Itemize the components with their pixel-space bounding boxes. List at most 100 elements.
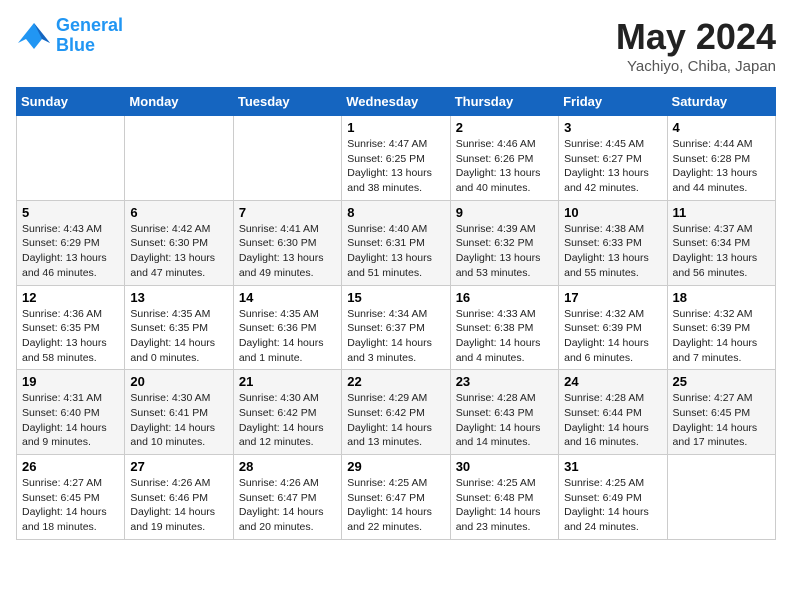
day-number: 20: [130, 374, 227, 389]
day-number: 10: [564, 205, 661, 220]
day-number: 22: [347, 374, 444, 389]
day-info: Sunrise: 4:37 AM Sunset: 6:34 PM Dayligh…: [673, 222, 770, 281]
calendar-cell: 18Sunrise: 4:32 AM Sunset: 6:39 PM Dayli…: [667, 285, 775, 370]
logo: General Blue: [16, 16, 123, 56]
day-number: 11: [673, 205, 770, 220]
day-number: 26: [22, 459, 119, 474]
calendar-cell: 6 Sunrise: 4:42 AM Sunset: 6:30 PM Daylig…: [125, 200, 233, 285]
day-info: Sunrise: 4:41 AM Sunset: 6:30 PM Dayligh…: [239, 222, 336, 281]
day-info: Sunrise: 4:26 AM Sunset: 6:47 PM Dayligh…: [239, 476, 336, 535]
day-info: Sunrise: 4:30 AM Sunset: 6:42 PM Dayligh…: [239, 391, 336, 450]
day-info: Sunrise: 4:29 AM Sunset: 6:42 PM Dayligh…: [347, 391, 444, 450]
day-header-saturday: Saturday: [667, 88, 775, 116]
day-number: 29: [347, 459, 444, 474]
day-info: Sunrise: 4:33 AM Sunset: 6:38 PM Dayligh…: [456, 307, 553, 366]
calendar-cell: [667, 455, 775, 540]
day-info: Sunrise: 4:25 AM Sunset: 6:49 PM Dayligh…: [564, 476, 661, 535]
calendar-cell: 15Sunrise: 4:34 AM Sunset: 6:37 PM Dayli…: [342, 285, 450, 370]
calendar-cell: 2 Sunrise: 4:46 AM Sunset: 6:26 PM Daylig…: [450, 116, 558, 201]
day-number: 23: [456, 374, 553, 389]
calendar-week-1: 1 Sunrise: 4:47 AM Sunset: 6:25 PM Daylig…: [17, 116, 776, 201]
day-info: Sunrise: 4:26 AM Sunset: 6:46 PM Dayligh…: [130, 476, 227, 535]
day-number: 4: [673, 120, 770, 135]
day-number: 14: [239, 290, 336, 305]
day-number: 2: [456, 120, 553, 135]
day-info: Sunrise: 4:42 AM Sunset: 6:30 PM Dayligh…: [130, 222, 227, 281]
calendar-week-5: 26Sunrise: 4:27 AM Sunset: 6:45 PM Dayli…: [17, 455, 776, 540]
logo-icon: [16, 21, 52, 51]
calendar-cell: 21 Sunrise: 4:30 AM Sunset: 6:42 PM Dayli…: [233, 370, 341, 455]
location: Yachiyo, Chiba, Japan: [616, 58, 776, 75]
calendar-cell: 19 Sunrise: 4:31 AM Sunset: 6:40 PM Dayli…: [17, 370, 125, 455]
calendar-cell: 26Sunrise: 4:27 AM Sunset: 6:45 PM Dayli…: [17, 455, 125, 540]
calendar-cell: [17, 116, 125, 201]
day-number: 27: [130, 459, 227, 474]
calendar-cell: 13Sunrise: 4:35 AM Sunset: 6:35 PM Dayli…: [125, 285, 233, 370]
day-info: Sunrise: 4:25 AM Sunset: 6:48 PM Dayligh…: [456, 476, 553, 535]
logo-line2: Blue: [56, 35, 95, 55]
day-number: 16: [456, 290, 553, 305]
day-info: Sunrise: 4:28 AM Sunset: 6:44 PM Dayligh…: [564, 391, 661, 450]
day-info: Sunrise: 4:25 AM Sunset: 6:47 PM Dayligh…: [347, 476, 444, 535]
day-header-sunday: Sunday: [17, 88, 125, 116]
calendar-cell: 25Sunrise: 4:27 AM Sunset: 6:45 PM Dayli…: [667, 370, 775, 455]
day-info: Sunrise: 4:43 AM Sunset: 6:29 PM Dayligh…: [22, 222, 119, 281]
calendar-cell: 11 Sunrise: 4:37 AM Sunset: 6:34 PM Dayli…: [667, 200, 775, 285]
day-info: Sunrise: 4:32 AM Sunset: 6:39 PM Dayligh…: [564, 307, 661, 366]
day-number: 31: [564, 459, 661, 474]
calendar-cell: 16 Sunrise: 4:33 AM Sunset: 6:38 PM Dayli…: [450, 285, 558, 370]
day-number: 8: [347, 205, 444, 220]
calendar-cell: 28Sunrise: 4:26 AM Sunset: 6:47 PM Dayli…: [233, 455, 341, 540]
calendar-cell: [125, 116, 233, 201]
day-number: 1: [347, 120, 444, 135]
day-number: 19: [22, 374, 119, 389]
calendar-cell: [233, 116, 341, 201]
day-info: Sunrise: 4:39 AM Sunset: 6:32 PM Dayligh…: [456, 222, 553, 281]
day-number: 18: [673, 290, 770, 305]
calendar-week-3: 12Sunrise: 4:36 AM Sunset: 6:35 PM Dayli…: [17, 285, 776, 370]
day-number: 6: [130, 205, 227, 220]
day-number: 9: [456, 205, 553, 220]
calendar-header: General Blue May 2024 Yachiyo, Chiba, Ja…: [16, 16, 776, 75]
day-info: Sunrise: 4:47 AM Sunset: 6:25 PM Dayligh…: [347, 137, 444, 196]
day-number: 17: [564, 290, 661, 305]
calendar-cell: 10 Sunrise: 4:38 AM Sunset: 6:33 PM Dayli…: [559, 200, 667, 285]
calendar-table: SundayMondayTuesdayWednesdayThursdayFrid…: [16, 87, 776, 540]
day-info: Sunrise: 4:28 AM Sunset: 6:43 PM Dayligh…: [456, 391, 553, 450]
logo-line1: General: [56, 15, 123, 35]
day-number: 12: [22, 290, 119, 305]
calendar-cell: 23 Sunrise: 4:28 AM Sunset: 6:43 PM Dayli…: [450, 370, 558, 455]
day-number: 5: [22, 205, 119, 220]
calendar-header-row: SundayMondayTuesdayWednesdayThursdayFrid…: [17, 88, 776, 116]
calendar-cell: 14 Sunrise: 4:35 AM Sunset: 6:36 PM Dayli…: [233, 285, 341, 370]
day-info: Sunrise: 4:44 AM Sunset: 6:28 PM Dayligh…: [673, 137, 770, 196]
calendar-cell: 7Sunrise: 4:41 AM Sunset: 6:30 PM Daylig…: [233, 200, 341, 285]
calendar-cell: 22 Sunrise: 4:29 AM Sunset: 6:42 PM Dayli…: [342, 370, 450, 455]
title-area: May 2024 Yachiyo, Chiba, Japan: [616, 16, 776, 75]
day-header-thursday: Thursday: [450, 88, 558, 116]
day-number: 13: [130, 290, 227, 305]
day-header-monday: Monday: [125, 88, 233, 116]
calendar-cell: 8 Sunrise: 4:40 AM Sunset: 6:31 PM Daylig…: [342, 200, 450, 285]
day-info: Sunrise: 4:45 AM Sunset: 6:27 PM Dayligh…: [564, 137, 661, 196]
day-info: Sunrise: 4:38 AM Sunset: 6:33 PM Dayligh…: [564, 222, 661, 281]
day-number: 25: [673, 374, 770, 389]
day-number: 24: [564, 374, 661, 389]
day-info: Sunrise: 4:31 AM Sunset: 6:40 PM Dayligh…: [22, 391, 119, 450]
day-header-tuesday: Tuesday: [233, 88, 341, 116]
calendar-cell: 3Sunrise: 4:45 AM Sunset: 6:27 PM Daylig…: [559, 116, 667, 201]
day-info: Sunrise: 4:34 AM Sunset: 6:37 PM Dayligh…: [347, 307, 444, 366]
day-info: Sunrise: 4:30 AM Sunset: 6:41 PM Dayligh…: [130, 391, 227, 450]
day-info: Sunrise: 4:40 AM Sunset: 6:31 PM Dayligh…: [347, 222, 444, 281]
logo-text: General Blue: [56, 16, 123, 56]
day-info: Sunrise: 4:35 AM Sunset: 6:36 PM Dayligh…: [239, 307, 336, 366]
calendar-cell: 30Sunrise: 4:25 AM Sunset: 6:48 PM Dayli…: [450, 455, 558, 540]
calendar-cell: 24 Sunrise: 4:28 AM Sunset: 6:44 PM Dayli…: [559, 370, 667, 455]
day-header-wednesday: Wednesday: [342, 88, 450, 116]
calendar-cell: 5 Sunrise: 4:43 AM Sunset: 6:29 PM Daylig…: [17, 200, 125, 285]
day-header-friday: Friday: [559, 88, 667, 116]
day-number: 21: [239, 374, 336, 389]
calendar-cell: 4 Sunrise: 4:44 AM Sunset: 6:28 PM Daylig…: [667, 116, 775, 201]
day-info: Sunrise: 4:46 AM Sunset: 6:26 PM Dayligh…: [456, 137, 553, 196]
calendar-cell: 1 Sunrise: 4:47 AM Sunset: 6:25 PM Daylig…: [342, 116, 450, 201]
